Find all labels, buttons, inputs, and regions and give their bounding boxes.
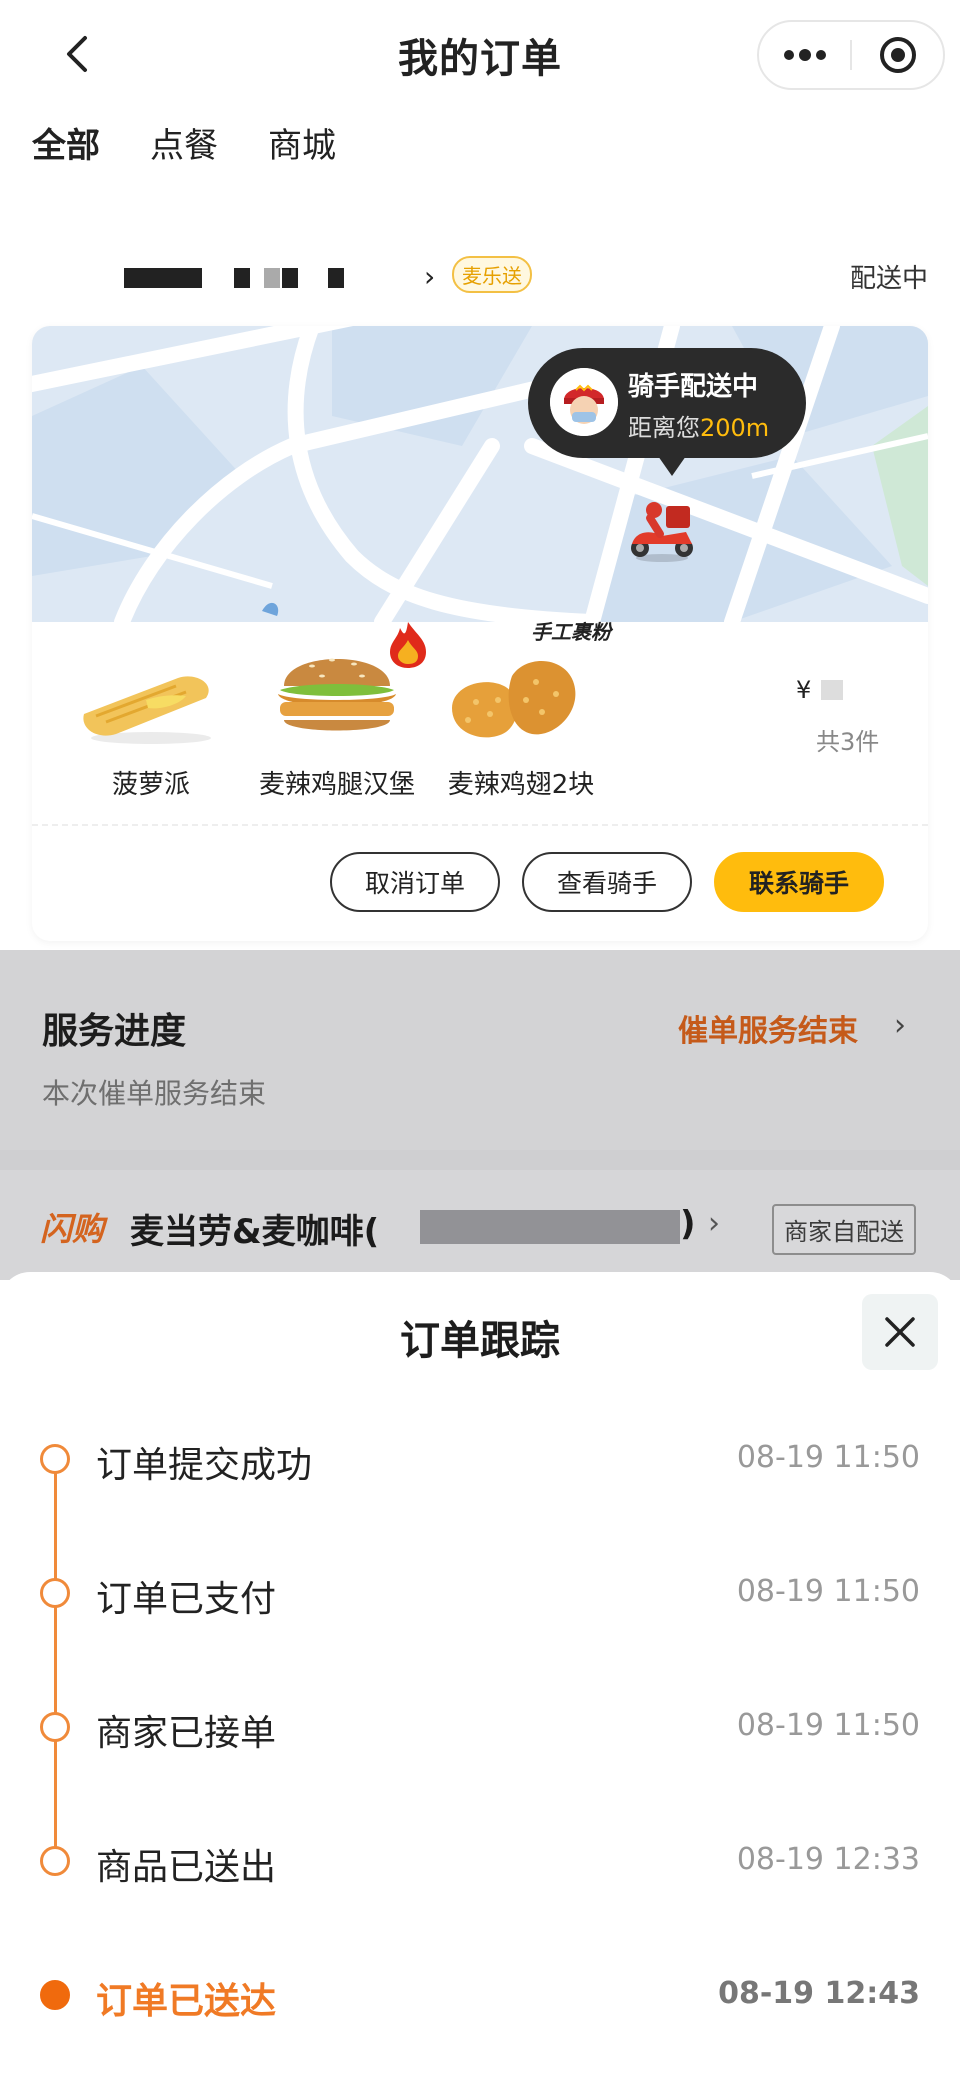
flame-badge-icon	[390, 622, 426, 668]
cancel-order-button[interactable]: 取消订单	[330, 852, 500, 912]
step-time: 08-19 11:50	[736, 1574, 920, 1609]
order-page: 我的订单 全部 点餐 商城 › 麦乐送 配送中 骑手配送中 距离您200m 菠萝…	[0, 0, 960, 2083]
service-title: 服务进度	[42, 1011, 187, 1052]
spicy-wings-image	[452, 661, 576, 738]
order-actions: 取消订单 查看骑手 联系骑手	[330, 852, 884, 912]
timeline-step: 商品已送出 08-19 12:33	[0, 1830, 960, 1890]
order-items[interactable]: 菠萝派 麦辣鸡腿汉堡 手工裹粉 麦辣鸡翅2块	[32, 620, 928, 830]
tab-mall[interactable]: 商城	[268, 118, 336, 175]
timeline-dot	[40, 1444, 70, 1474]
store-name-suffix: )	[680, 1204, 696, 1244]
handmade-badge: 手工裹粉	[531, 620, 611, 644]
timeline-dot	[40, 1578, 70, 1608]
order-status: 配送中	[849, 264, 928, 294]
service-subtitle: 本次催单服务结束	[42, 1077, 267, 1110]
order-item: 菠萝派	[76, 622, 226, 822]
contact-rider-button[interactable]: 联系骑手	[714, 852, 884, 912]
order-tabs: 全部 点餐 商城	[32, 118, 336, 175]
top-bar: 我的订单	[0, 0, 960, 110]
item-count: 共3件	[816, 728, 880, 756]
step-label: 订单已支付	[96, 1579, 277, 1620]
delivery-tag: 商家自配送	[772, 1204, 916, 1255]
store-row[interactable]: 闪购 麦当劳&麦咖啡( ) › 商家自配送	[0, 1170, 960, 1280]
more-button[interactable]	[759, 22, 850, 88]
timeline-step: 订单已支付 08-19 11:50	[0, 1562, 960, 1622]
redacted-text	[282, 268, 298, 288]
service-progress[interactable]: 服务进度 催单服务结束 › 本次催单服务结束	[0, 950, 960, 1150]
chevron-right-icon: ›	[424, 260, 436, 293]
order-item: 手工裹粉 麦辣鸡翅2块	[446, 620, 611, 822]
order-tracking-sheet: 订单跟踪 订单提交成功 08-19 11:50 订单已支付 08-19 11:5…	[0, 1272, 960, 2083]
timeline-step: 商家已接单 08-19 11:50	[0, 1696, 960, 1756]
pineapple-pie-image	[83, 676, 211, 744]
timeline-line	[54, 1452, 57, 1857]
step-time: 08-19 12:43	[718, 1976, 920, 2011]
mini-program-capsule	[757, 20, 945, 90]
target-icon	[879, 37, 916, 73]
step-time: 08-19 11:50	[736, 1440, 920, 1475]
item-name: 麦辣鸡翅2块	[447, 770, 595, 800]
tab-dine[interactable]: 点餐	[150, 118, 218, 175]
store-name: 麦当劳&麦咖啡(	[130, 1212, 380, 1252]
timeline-step-current: 订单已送达 08-19 12:43	[0, 1964, 960, 2024]
timeline-step: 订单提交成功 08-19 11:50	[0, 1428, 960, 1488]
chevron-right-icon: ›	[708, 1206, 720, 1241]
rider-avatar	[550, 368, 618, 436]
redacted-text	[234, 268, 250, 288]
more-dots-icon	[783, 49, 826, 61]
step-time: 08-19 12:33	[736, 1842, 920, 1877]
item-name: 菠萝派	[111, 770, 190, 800]
service-status: 催单服务结束	[678, 1014, 858, 1049]
step-label: 订单提交成功	[96, 1445, 313, 1486]
step-label: 订单已送达	[96, 1981, 277, 2022]
timeline-dot-current	[40, 1980, 70, 2010]
tracking-timeline: 订单提交成功 08-19 11:50 订单已支付 08-19 11:50 商家已…	[0, 1272, 960, 2083]
rider-distance: 距离您200m	[628, 414, 770, 442]
redacted-text	[124, 268, 202, 288]
step-time: 08-19 11:50	[736, 1708, 920, 1743]
rider-scooter-icon	[631, 502, 693, 562]
divider	[32, 824, 928, 826]
timeline-dot	[40, 1712, 70, 1742]
item-name: 麦辣鸡腿汉堡	[258, 770, 415, 800]
order-card: 骑手配送中 距离您200m 菠萝派 麦辣鸡腿汉堡 手工裹粉 麦辣鸡翅2块	[32, 326, 928, 941]
step-label: 商家已接单	[96, 1713, 277, 1754]
redacted-price	[821, 680, 844, 700]
chevron-right-icon: ›	[894, 1008, 906, 1043]
redacted-store-branch	[420, 1210, 680, 1244]
rider-status-title: 骑手配送中	[628, 372, 759, 402]
order-item: 麦辣鸡腿汉堡	[259, 622, 426, 822]
tab-all[interactable]: 全部	[32, 118, 100, 175]
mcdelivery-tag: 麦乐送	[452, 256, 532, 293]
close-program-button[interactable]	[852, 22, 943, 88]
order-header[interactable]: › 麦乐送 配送中	[32, 250, 928, 300]
redacted-text	[264, 268, 280, 288]
timeline-dot	[40, 1846, 70, 1876]
step-label: 商品已送出	[96, 1847, 277, 1888]
redacted-text	[328, 268, 344, 288]
flash-tag: 闪购	[40, 1210, 105, 1248]
rider-status-bubble: 骑手配送中 距离您200m	[528, 348, 806, 476]
order-price: ¥	[796, 676, 844, 704]
view-rider-button[interactable]: 查看骑手	[522, 852, 692, 912]
